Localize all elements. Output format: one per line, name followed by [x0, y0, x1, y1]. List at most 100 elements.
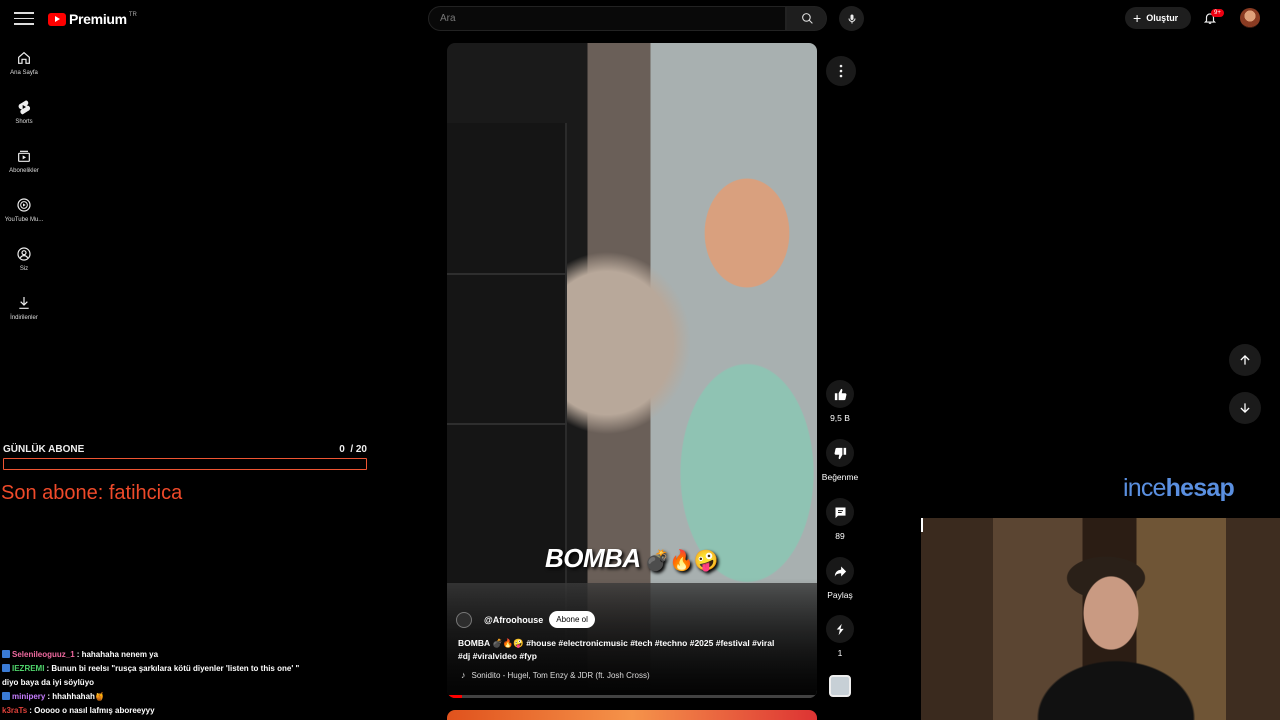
video-song[interactable]: ♪ Sonidito - Hugel, Tom Enzy & JDR (ft. … — [461, 670, 650, 680]
dislike-button[interactable] — [826, 439, 854, 467]
shorts-icon — [18, 100, 31, 115]
account-avatar[interactable] — [1240, 8, 1260, 28]
search-icon — [802, 13, 813, 24]
menu-icon[interactable] — [14, 9, 34, 27]
previous-short-button[interactable] — [1229, 344, 1261, 376]
comment-button[interactable] — [826, 498, 854, 526]
notification-badge: 9+ — [1211, 9, 1224, 17]
goal-title: GÜNLÜK ABONE — [3, 444, 85, 455]
microphone-icon — [848, 14, 855, 23]
goal-progress-bar — [3, 458, 367, 470]
brand-bold: hesap — [1165, 474, 1235, 502]
youtube-play-icon — [48, 12, 66, 26]
voice-search-button[interactable] — [839, 6, 864, 31]
chat-user: IEZREMI — [12, 664, 45, 673]
share-label: Paylaş — [827, 590, 853, 600]
like-button[interactable] — [826, 380, 854, 408]
top-bar: Premium TR + Oluştur 9+ — [0, 0, 1280, 36]
remix-action: 1 — [820, 615, 860, 658]
last-subscriber: Son abone: fatihcica — [1, 482, 183, 504]
create-label: Oluştur — [1146, 13, 1179, 23]
goal-header: GÜNLÜK ABONE 0 / 20 — [3, 444, 367, 455]
platform-icon — [2, 650, 10, 658]
brand-light: ince — [1123, 474, 1166, 502]
sidebar-item-label: Ana Sayfa — [10, 70, 38, 76]
user-icon — [17, 247, 31, 261]
chat-user: Selenileoguuz_1 — [12, 650, 75, 659]
sidebar-item-label: Siz — [19, 266, 29, 272]
arrow-up-icon — [1240, 355, 1250, 365]
download-icon — [19, 297, 29, 309]
sidebar-item-home[interactable]: Ana Sayfa — [0, 44, 48, 93]
stream-chat: Selenileoguuz_1: hahahaha nenem ya IEZRE… — [2, 648, 362, 718]
video-progress-fill — [447, 695, 462, 698]
sidebar-item-downloads[interactable]: İndirilenler — [0, 289, 48, 338]
caption-text: BOMBA — [545, 543, 641, 573]
plus-icon: + — [1133, 10, 1142, 26]
sidebar: Ana Sayfa Shorts Abonelikler YouTube Mu.… — [0, 44, 48, 338]
channel-avatar[interactable] — [456, 611, 472, 628]
thumbs-down-icon — [834, 447, 846, 459]
goal-counter: 0 / 20 — [339, 444, 367, 455]
channel-row: @Afroohouse Abone ol — [456, 611, 595, 628]
sidebar-item-shorts[interactable]: Shorts — [0, 93, 48, 142]
streamer-brand: incehesap — [1123, 474, 1235, 503]
comment-icon — [835, 507, 845, 518]
remix-icon — [836, 623, 844, 635]
share-icon — [834, 566, 846, 576]
goal-total: / 20 — [350, 444, 367, 455]
country-code: TR — [128, 11, 137, 18]
video-caption: BOMBA 💣🔥🤪 — [545, 543, 718, 574]
more-vertical-icon — [839, 64, 843, 78]
youtube-music-icon — [17, 198, 31, 212]
chat-text: : Ooooo o nasıl lafmış aboreeyyy — [29, 706, 155, 715]
youtube-premium-logo[interactable]: Premium TR — [48, 11, 137, 27]
chat-message: IEZREMI: Bunun bi reelsı "rusça şarkılar… — [2, 662, 362, 676]
next-short-preview[interactable] — [447, 710, 817, 720]
share-button[interactable] — [826, 557, 854, 585]
chat-message: Selenileoguuz_1: hahahaha nenem ya — [2, 648, 362, 662]
thumbs-up-icon — [834, 388, 846, 400]
remix-count: 1 — [837, 648, 843, 658]
like-action: 9,5 B — [820, 380, 860, 423]
chat-text: : hhahhahah🍯 — [47, 692, 105, 701]
chat-text: : hahahaha nenem ya — [76, 650, 159, 659]
search-button[interactable] — [786, 6, 827, 31]
platform-icon — [2, 692, 10, 700]
next-short-button[interactable] — [1229, 392, 1261, 424]
video-description[interactable]: BOMBA 💣🔥🤪 #house #electronicmusic #tech … — [458, 637, 778, 663]
comment-count: 89 — [835, 531, 845, 541]
remix-button[interactable] — [826, 615, 854, 643]
more-options-button[interactable] — [826, 56, 856, 86]
webcam-feed — [921, 518, 1280, 720]
subscribe-button[interactable]: Abone ol — [549, 611, 595, 628]
home-icon — [18, 51, 30, 64]
sidebar-item-you[interactable]: Siz — [0, 240, 48, 289]
shorts-video-player[interactable]: BOMBA 💣🔥🤪 @Afroohouse Abone ol BOMBA 💣🔥🤪 … — [447, 43, 817, 698]
chat-user: minipery — [12, 692, 46, 701]
subscriptions-icon — [18, 150, 30, 162]
sidebar-item-label: Abonelikler — [9, 168, 39, 174]
daily-sub-goal: GÜNLÜK ABONE 0 / 20 — [3, 444, 367, 470]
dislike-label: Beğenme — [821, 472, 859, 482]
sound-thumbnail[interactable] — [829, 675, 851, 697]
dislike-action: Beğenme — [820, 439, 860, 482]
channel-name[interactable]: @Afroohouse — [484, 615, 543, 625]
platform-icon — [2, 664, 10, 672]
chat-text: : Bunun bi reelsı "rusça şarkılara kötü … — [46, 664, 300, 673]
search-box — [428, 6, 786, 31]
arrow-down-icon — [1240, 403, 1250, 413]
caption-emoji: 💣🔥🤪 — [644, 550, 719, 572]
video-progress-bar[interactable] — [447, 695, 817, 698]
sidebar-item-youtube-music[interactable]: YouTube Mu... — [0, 191, 48, 240]
chat-user: k3raTs — [2, 706, 28, 715]
webcam-edge — [921, 518, 923, 532]
chat-message: minipery: hhahhahah🍯 — [2, 690, 362, 704]
chat-text: diyo baya da iyi söylüyo — [2, 678, 95, 687]
sidebar-item-subscriptions[interactable]: Abonelikler — [0, 142, 48, 191]
music-note-icon: ♪ — [461, 670, 466, 680]
search-input[interactable] — [429, 7, 785, 30]
share-action: Paylaş — [820, 557, 860, 600]
goal-count: 0 — [339, 444, 345, 455]
create-button[interactable]: + Oluştur — [1125, 7, 1191, 29]
